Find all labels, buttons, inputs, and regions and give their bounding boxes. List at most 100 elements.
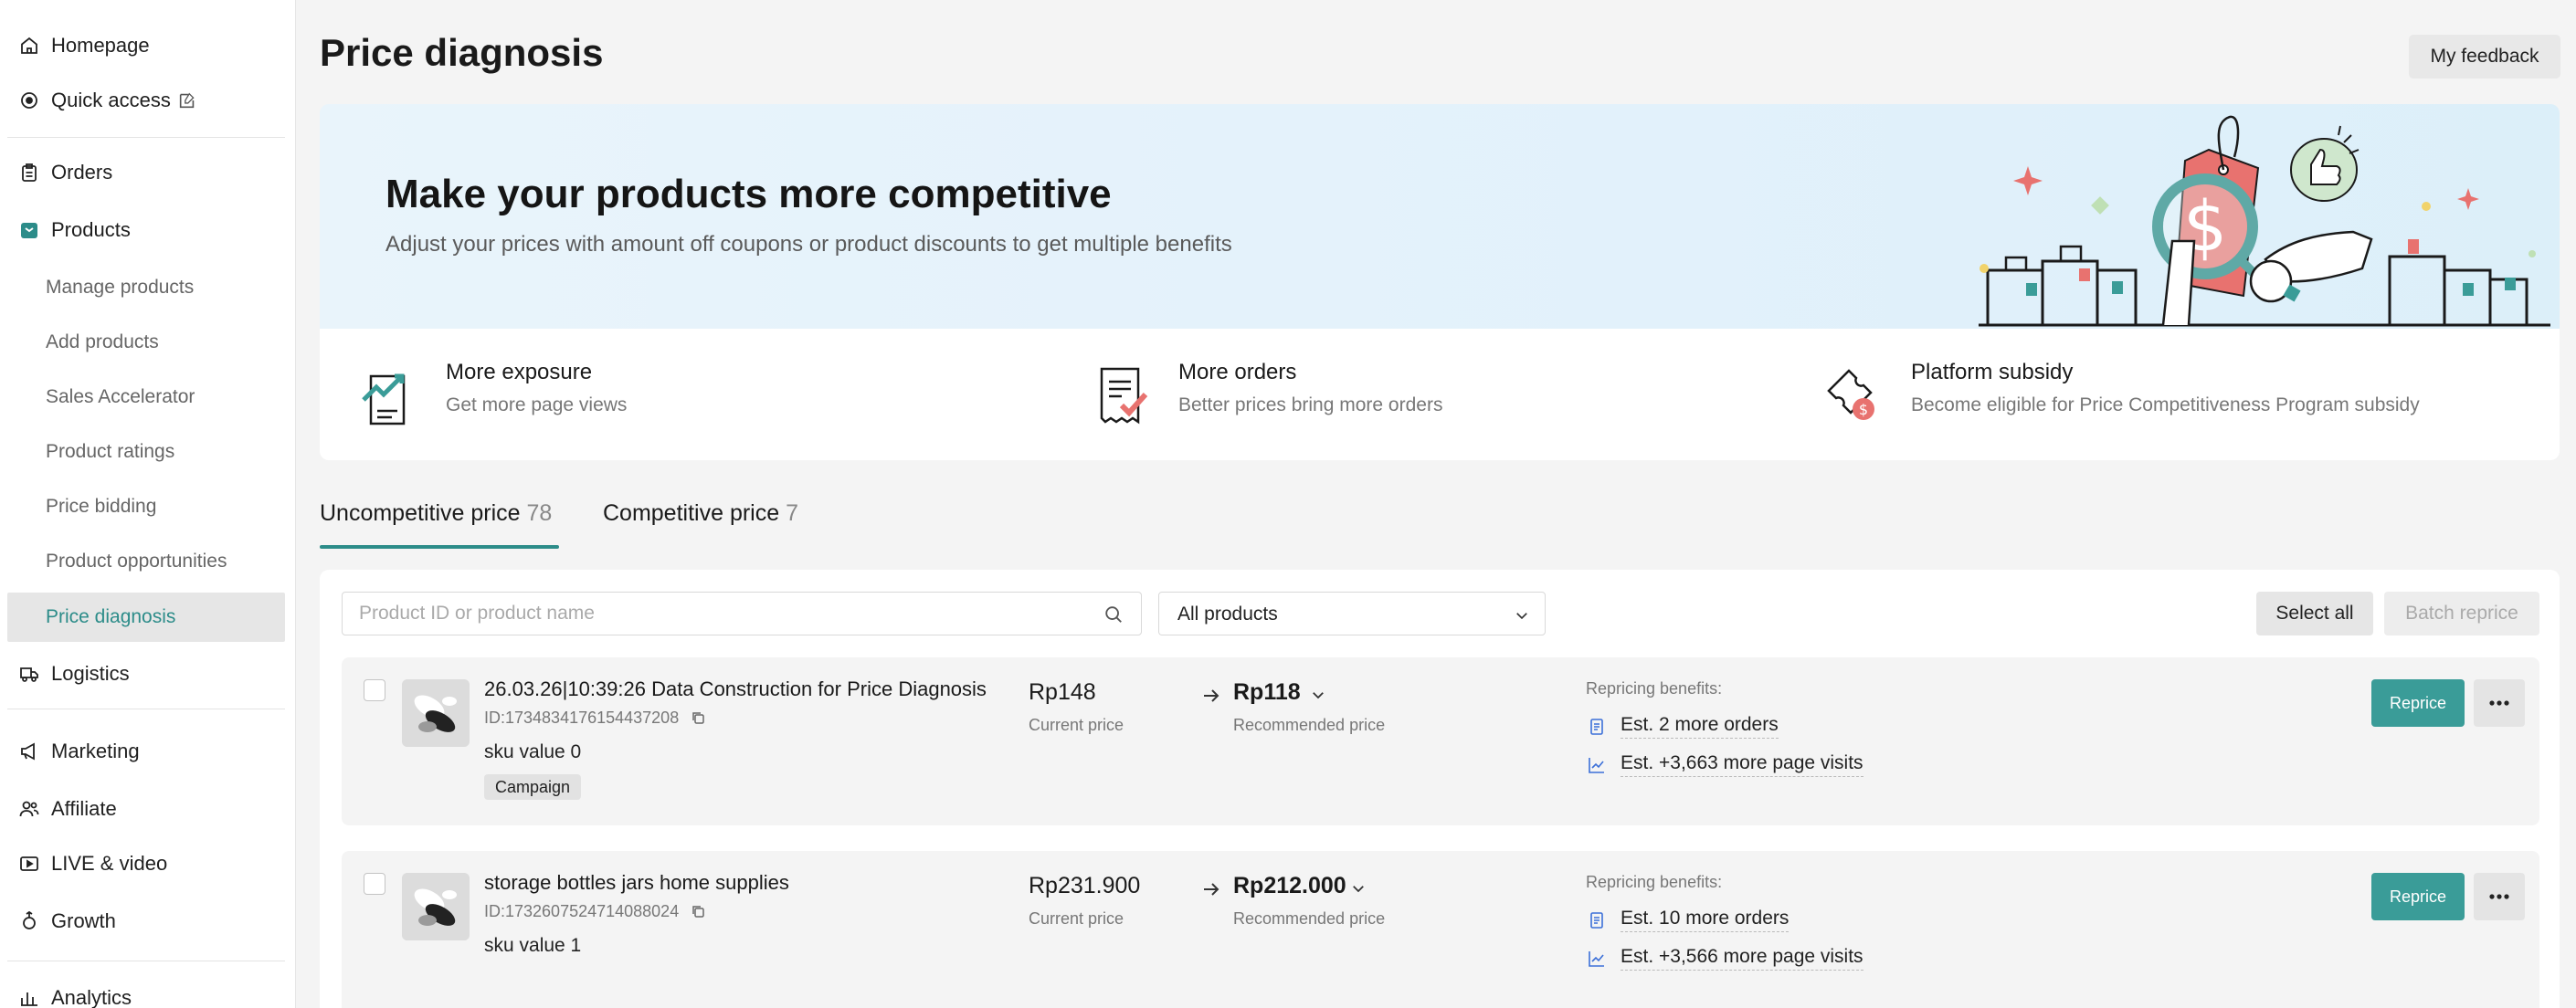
- benefit-title: More orders: [1178, 360, 1297, 384]
- benefit-platform-subsidy: $ Platform subsidy Become eligible for P…: [1785, 329, 2560, 460]
- campaign-tag: Campaign: [484, 774, 582, 800]
- batch-reprice-button[interactable]: Batch reprice: [2384, 592, 2539, 635]
- sidebar-item-label: Growth: [51, 909, 116, 932]
- table-row: storage bottles jars home supplies ID:17…: [342, 851, 2539, 1008]
- row-checkbox[interactable]: [364, 873, 385, 895]
- benefits-strip: More exposure Get more page views More o…: [320, 329, 2560, 460]
- megaphone-icon: [21, 742, 35, 761]
- benefit-more-orders: More orders Better prices bring more ord…: [1052, 329, 1783, 460]
- current-price-label: Current price: [1029, 716, 1124, 734]
- sidebar-item-homepage[interactable]: Homepage: [0, 23, 296, 68]
- my-feedback-button[interactable]: My feedback: [2409, 35, 2560, 79]
- sidebar-item-label: Analytics: [51, 986, 132, 1008]
- edit-icon[interactable]: [177, 90, 197, 110]
- more-horizontal-icon: [2489, 894, 2509, 899]
- benefit-more-exposure: More exposure Get more page views: [320, 329, 1050, 460]
- current-price: Rp231.900: [1029, 873, 1141, 898]
- chevron-down-icon[interactable]: [1350, 880, 1367, 897]
- sidebar-item-label: Orders: [51, 161, 113, 184]
- svg-text:$: $: [1859, 401, 1868, 418]
- tab-count: 78: [526, 500, 553, 526]
- sidebar-sub-price-diagnosis[interactable]: Price diagnosis: [7, 593, 285, 642]
- arrow-right-icon: [1204, 883, 1219, 896]
- product-thumbnail: [402, 679, 470, 747]
- banner-subtitle: Adjust your prices with amount off coupo…: [385, 232, 1232, 257]
- trend-chart-icon: [1589, 951, 1604, 967]
- sidebar-sub-product-opportunities[interactable]: Product opportunities: [0, 537, 296, 586]
- sidebar-item-label: Homepage: [51, 34, 150, 57]
- truck-icon: [20, 667, 38, 682]
- product-name: storage bottles jars home supplies: [484, 871, 789, 894]
- tab-competitive-price[interactable]: Competitive price 7: [603, 500, 798, 527]
- reprice-button[interactable]: Reprice: [2371, 873, 2465, 920]
- tab-count: 7: [786, 500, 798, 526]
- select-value: All products: [1177, 604, 1278, 625]
- copy-icon[interactable]: [691, 710, 705, 725]
- recommended-price[interactable]: Rp212.000: [1233, 873, 1346, 899]
- search-icon[interactable]: [1103, 604, 1124, 625]
- repricing-benefits-title: Repricing benefits:: [1586, 873, 1723, 891]
- sidebar: Homepage Quick access Orders Products Ma…: [0, 0, 296, 1008]
- receipt-check-icon: [1100, 367, 1148, 425]
- sidebar-item-quick-access[interactable]: Quick access: [0, 78, 296, 123]
- product-filter-select[interactable]: All products: [1158, 592, 1546, 635]
- sidebar-item-label: Quick access: [51, 89, 171, 111]
- subsidy-ticket-icon: $: [1827, 369, 1874, 420]
- more-horizontal-icon: [2489, 700, 2509, 706]
- chevron-down-icon[interactable]: [1310, 687, 1326, 703]
- more-actions-button[interactable]: [2474, 679, 2525, 727]
- reprice-button[interactable]: Reprice: [2371, 679, 2465, 727]
- recommended-price-label: Recommended price: [1233, 716, 1386, 734]
- benefit-orders[interactable]: Est. 10 more orders: [1621, 906, 1789, 932]
- sidebar-item-live-video[interactable]: LIVE & video: [0, 841, 296, 887]
- exposure-chart-icon: [362, 373, 406, 425]
- orders-doc-icon: [1590, 912, 1603, 929]
- benefit-desc: Better prices bring more orders: [1178, 394, 1443, 415]
- benefit-desc: Get more page views: [446, 394, 628, 415]
- sidebar-item-growth[interactable]: Growth: [0, 898, 296, 944]
- repricing-benefits-title: Repricing benefits:: [1586, 679, 1723, 698]
- chevron-down-icon: [1516, 613, 1527, 620]
- clipboard-icon: [22, 163, 37, 182]
- benefit-page-visits[interactable]: Est. +3,663 more page visits: [1621, 751, 1863, 777]
- table-row: 26.03.26|10:39:26 Data Construction for …: [342, 657, 2539, 825]
- product-id: ID:1732607524714088024: [484, 902, 680, 920]
- tab-label: Competitive price: [603, 500, 780, 526]
- recommended-price-label: Recommended price: [1233, 909, 1386, 928]
- copy-icon[interactable]: [691, 904, 705, 919]
- more-actions-button[interactable]: [2474, 873, 2525, 920]
- row-checkbox[interactable]: [364, 679, 385, 701]
- sidebar-sub-sales-accelerator[interactable]: Sales Accelerator: [0, 373, 296, 422]
- sidebar-item-logistics[interactable]: Logistics: [0, 651, 296, 697]
- current-price: Rp148: [1029, 679, 1096, 705]
- orders-doc-icon: [1590, 719, 1603, 735]
- sidebar-sub-manage-products[interactable]: Manage products: [0, 263, 296, 312]
- affiliate-icon: [19, 801, 39, 817]
- product-id: ID:1734834176154437208: [484, 709, 680, 727]
- sidebar-item-products[interactable]: Products: [0, 207, 296, 253]
- product-name: 26.03.26|10:39:26 Data Construction for …: [484, 677, 987, 700]
- sidebar-sub-product-ratings[interactable]: Product ratings: [0, 427, 296, 477]
- benefit-title: Platform subsidy: [1911, 360, 2074, 384]
- product-thumbnail: [402, 873, 470, 940]
- product-list-panel: All products Select all Batch reprice 26…: [320, 570, 2560, 1008]
- sidebar-item-marketing[interactable]: Marketing: [0, 729, 296, 774]
- tab-uncompetitive-price[interactable]: Uncompetitive price 78: [320, 500, 552, 527]
- quick-access-icon: [21, 92, 37, 109]
- product-sku: sku value 1: [484, 935, 582, 956]
- benefit-desc: Become eligible for Price Competitivenes…: [1911, 394, 2420, 415]
- recommended-price[interactable]: Rp118: [1233, 679, 1301, 706]
- search-input[interactable]: [342, 592, 1142, 635]
- products-icon: [21, 223, 37, 238]
- video-icon: [20, 856, 38, 871]
- promo-banner: Make your products more competitive Adju…: [320, 104, 2560, 329]
- sidebar-item-analytics[interactable]: Analytics: [0, 975, 296, 1008]
- benefit-page-visits[interactable]: Est. +3,566 more page visits: [1621, 944, 1863, 971]
- select-all-button[interactable]: Select all: [2256, 592, 2373, 635]
- sidebar-sub-add-products[interactable]: Add products: [0, 318, 296, 367]
- sidebar-item-label: Logistics: [51, 662, 130, 685]
- benefit-orders[interactable]: Est. 2 more orders: [1621, 712, 1779, 739]
- sidebar-item-affiliate[interactable]: Affiliate: [0, 786, 296, 832]
- sidebar-item-orders[interactable]: Orders: [0, 150, 296, 195]
- sidebar-sub-price-bidding[interactable]: Price bidding: [0, 482, 296, 531]
